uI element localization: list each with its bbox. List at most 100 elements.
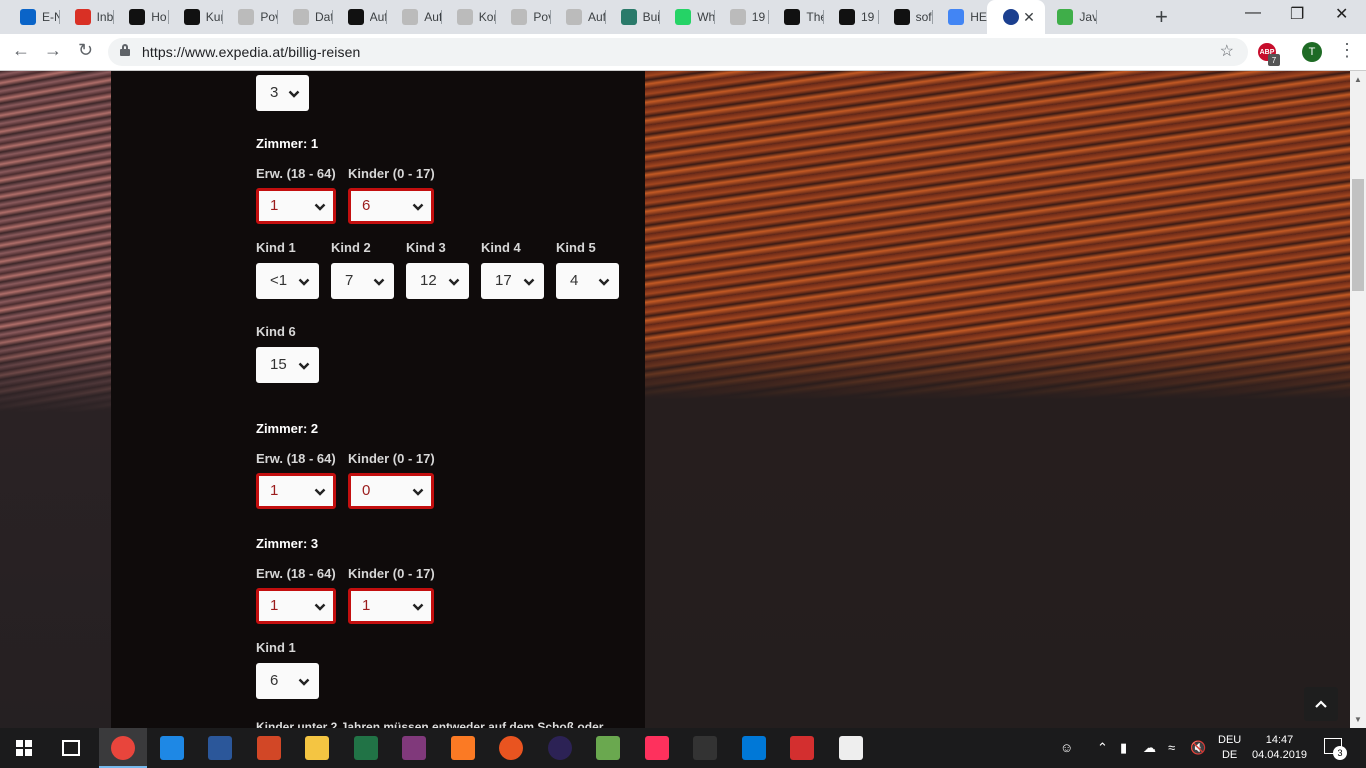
children-select[interactable]: 1	[348, 588, 434, 624]
browser-tab[interactable]: 19	[714, 0, 769, 34]
menu-kebab-icon[interactable]: ⋮	[1338, 40, 1356, 61]
maximize-button[interactable]: ❐	[1290, 4, 1304, 24]
tray-chevron-up-icon[interactable]: ⌃	[1097, 740, 1108, 756]
reload-icon[interactable]: ↻	[78, 40, 93, 61]
task-view-icon[interactable]	[62, 740, 80, 756]
ubuntu-icon[interactable]	[499, 736, 523, 760]
tab-favicon-icon	[20, 9, 36, 25]
browser-tab[interactable]: Wh	[659, 0, 714, 34]
powerpoint-icon[interactable]	[256, 736, 281, 760]
xampp-icon[interactable]	[450, 736, 475, 760]
intellij-icon[interactable]	[644, 736, 669, 760]
explorer-icon[interactable]	[305, 736, 329, 760]
scrollbar-thumb[interactable]	[1352, 179, 1364, 291]
terminal-icon[interactable]	[693, 736, 717, 760]
edge-icon[interactable]	[159, 736, 184, 760]
child-age-select[interactable]: 15	[256, 347, 319, 383]
browser-tab[interactable]: HE	[932, 0, 987, 34]
clock[interactable]: 14:47 04.04.2019	[1252, 733, 1307, 763]
browser-tab[interactable]: ✕	[986, 0, 1045, 34]
volume-muted-icon[interactable]: 🔇	[1190, 740, 1206, 756]
browser-tab[interactable]: Ho	[113, 0, 168, 34]
language-indicator[interactable]: DEU DE	[1218, 733, 1241, 763]
browser-tab[interactable]: Jav	[1041, 0, 1096, 34]
eclipse-icon[interactable]	[547, 736, 572, 760]
children-label: Kinder (0 - 17)	[348, 566, 435, 581]
word-icon[interactable]	[208, 736, 232, 760]
child-age-select[interactable]: 6	[256, 663, 319, 699]
child-age-label: Kind 4	[481, 240, 521, 255]
onedrive-cloud-icon[interactable]: ☁	[1143, 740, 1156, 756]
people-icon[interactable]: ☺	[1060, 740, 1073, 755]
bookmark-star-icon[interactable]: ☆	[1220, 41, 1234, 61]
scroll-down-arrow-icon[interactable]: ▼	[1354, 715, 1362, 724]
battery-icon[interactable]: ▮	[1120, 740, 1127, 756]
children-select[interactable]: 0	[348, 473, 434, 509]
browser-toolbar: ← → ↻ https://www.expedia.at/billig-reis…	[0, 34, 1366, 71]
browser-tab[interactable]: The	[768, 0, 823, 34]
tab-favicon-icon	[1057, 9, 1074, 25]
child-age-select-value: 6	[270, 672, 279, 689]
tab-label: 19	[751, 10, 766, 24]
chevron-down-icon	[314, 200, 326, 212]
photos-icon[interactable]	[838, 736, 863, 760]
windows-start-icon[interactable]	[16, 740, 32, 756]
child-age-select[interactable]: <1	[256, 263, 319, 299]
page-scrollbar[interactable]: ▲ ▼	[1350, 71, 1366, 728]
browser-tab[interactable]: Pov	[495, 0, 550, 34]
profile-avatar[interactable]: T	[1302, 42, 1322, 62]
back-icon[interactable]: ←	[12, 40, 30, 61]
wifi-icon[interactable]: ≈	[1168, 740, 1175, 755]
child-age-select[interactable]: 4	[556, 263, 619, 299]
tab-close-icon[interactable]: ✕	[1023, 9, 1035, 26]
child-age-label: Kind 1	[256, 640, 296, 655]
browser-tab[interactable]: Pov	[222, 0, 277, 34]
child-age-select[interactable]: 7	[331, 263, 394, 299]
adults-label: Erw. (18 - 64)	[256, 166, 336, 181]
browser-tab[interactable]: Kor	[441, 0, 495, 34]
chevron-down-icon	[448, 275, 460, 287]
new-tab-button[interactable]: +	[1155, 4, 1168, 30]
minimize-button[interactable]: —	[1245, 4, 1261, 22]
scroll-to-top-button[interactable]	[1304, 687, 1338, 721]
tab-label: Auf	[369, 10, 387, 24]
chevron-down-icon	[288, 87, 300, 99]
browser-tab[interactable]: Auf	[386, 0, 441, 34]
chevron-down-icon	[598, 275, 610, 287]
close-window-button[interactable]: ✕	[1335, 4, 1348, 24]
vscode-icon[interactable]	[741, 736, 766, 760]
browser-tab[interactable]: Bui	[605, 0, 659, 34]
browser-tab[interactable]: Auf	[550, 0, 605, 34]
rooms-count-select[interactable]: 3	[256, 75, 309, 111]
children-select[interactable]: 6	[348, 188, 434, 224]
browser-tab[interactable]: Kur	[168, 0, 222, 34]
onenote-icon[interactable]	[402, 736, 426, 760]
browser-tab[interactable]: 19	[823, 0, 878, 34]
browser-tab[interactable]: Dat	[277, 0, 332, 34]
tab-label: The	[806, 10, 823, 24]
child-age-select[interactable]: 12	[406, 263, 469, 299]
url-text[interactable]: https://www.expedia.at/billig-reisen	[142, 44, 360, 60]
forward-icon[interactable]: →	[44, 40, 62, 61]
browser-tab[interactable]: E-N	[4, 0, 59, 34]
tab-separator	[1096, 10, 1097, 24]
browser-tab[interactable]: sof	[878, 0, 933, 34]
chevron-down-icon	[298, 359, 310, 371]
child-age-select[interactable]: 17	[481, 263, 544, 299]
app-green-icon[interactable]	[596, 736, 620, 760]
chevron-down-icon	[314, 485, 326, 497]
chrome-icon[interactable]	[111, 736, 135, 760]
adults-select[interactable]: 1	[256, 588, 336, 624]
adults-select[interactable]: 1	[256, 188, 336, 224]
keyboard-layout: DE	[1221, 749, 1238, 761]
address-bar[interactable]: https://www.expedia.at/billig-reisen ☆	[108, 38, 1248, 66]
tab-favicon-icon	[675, 9, 692, 25]
tab-label: Wh	[697, 10, 714, 24]
git-icon[interactable]	[790, 736, 814, 760]
browser-tab[interactable]: Inb	[59, 0, 113, 34]
scroll-up-arrow-icon[interactable]: ▲	[1354, 75, 1362, 84]
adults-select[interactable]: 1	[256, 473, 336, 509]
excel-icon[interactable]	[353, 736, 378, 760]
browser-tab[interactable]: Auf	[332, 0, 387, 34]
lock-icon	[120, 44, 130, 56]
